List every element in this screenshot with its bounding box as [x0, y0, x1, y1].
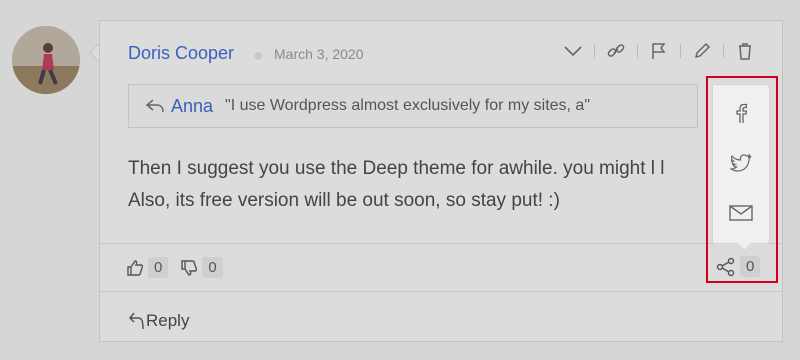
- downvote-count: 0: [202, 257, 223, 278]
- divider: [100, 243, 782, 244]
- trash-icon[interactable]: [732, 39, 758, 63]
- reply-icon: [128, 312, 144, 330]
- upvote-count: 0: [148, 257, 169, 278]
- divider: [100, 291, 782, 292]
- upvote-button[interactable]: 0: [126, 257, 169, 278]
- vote-controls: 0 0: [126, 257, 235, 278]
- quoted-author[interactable]: Anna: [171, 96, 213, 117]
- thumbs-down-icon: [181, 259, 198, 276]
- quoted-reply[interactable]: Anna "I use Wordpress almost exclusively…: [128, 84, 698, 128]
- action-separator: [637, 44, 638, 58]
- reply-arrow-icon: [145, 99, 164, 113]
- flag-icon[interactable]: [646, 39, 672, 63]
- link-icon[interactable]: [603, 39, 629, 63]
- thumbs-up-icon: [127, 259, 144, 276]
- reply-label: Reply: [146, 311, 190, 330]
- comment-body: Then I suggest you use the Deep theme fo…: [128, 153, 708, 217]
- chevron-down-icon[interactable]: [560, 39, 586, 63]
- highlight-box: [706, 76, 778, 283]
- reply-button[interactable]: Reply: [128, 311, 189, 331]
- comment-body-line: Then I suggest you use the Deep theme fo…: [128, 158, 665, 179]
- pencil-icon[interactable]: [689, 39, 715, 63]
- action-separator: [723, 44, 724, 58]
- action-separator: [680, 44, 681, 58]
- downvote-button[interactable]: 0: [180, 257, 223, 278]
- comment-card: Doris Cooper March 3, 2020 Anna "I use W…: [99, 20, 783, 342]
- comment-actions: [560, 39, 758, 63]
- avatar: [12, 26, 80, 94]
- action-separator: [594, 44, 595, 58]
- card-pointer: [86, 44, 100, 62]
- separator-dot: [254, 52, 262, 60]
- comment-body-line: Also, its free version will be out soon,…: [128, 190, 560, 211]
- quoted-text: "I use Wordpress almost exclusively for …: [225, 97, 590, 114]
- comment-date: March 3, 2020: [274, 46, 364, 62]
- comment-author[interactable]: Doris Cooper: [128, 43, 234, 64]
